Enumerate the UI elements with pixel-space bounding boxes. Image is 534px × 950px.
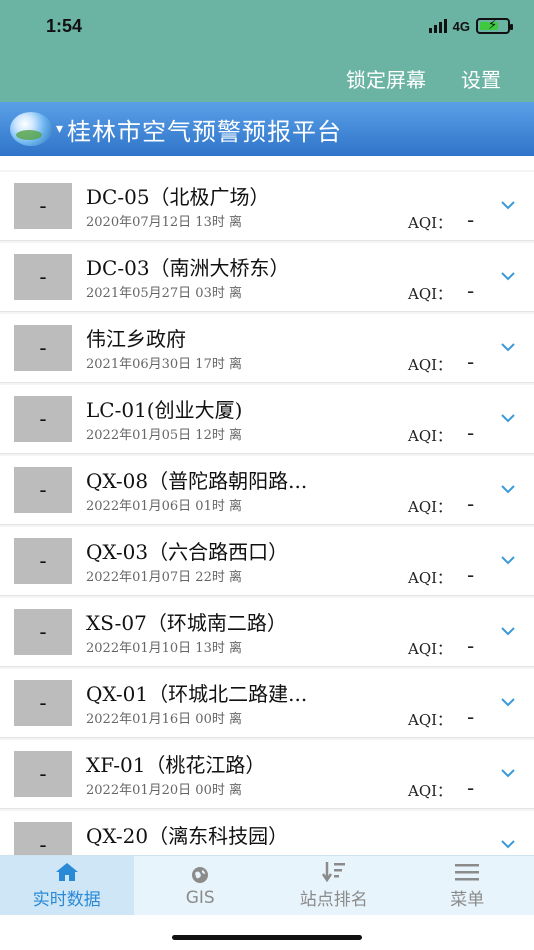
station-time: 2021年05月27日 03时 离 (86, 286, 242, 301)
aqi-level-box: - (14, 822, 72, 855)
station-row[interactable]: - DC-05（北极广场） 2020年07月12日 13时 离 AQI： - (0, 172, 534, 241)
aqi-label: AQI： (408, 214, 453, 232)
chevron-down-icon[interactable] (500, 552, 516, 568)
station-time: 2022年01月07日 22时 离 (86, 570, 242, 585)
station-row[interactable]: - QX-01（环城北二路建... 2022年01月16日 00时 离 AQI：… (0, 669, 534, 738)
tab-menu[interactable]: 菜单 (401, 856, 534, 915)
aqi-level-box: - (14, 751, 72, 797)
station-name: DC-03（南洲大桥东） (86, 256, 290, 280)
station-row[interactable]: - QX-03（六合路西口） 2022年01月07日 22时 离 AQI： - (0, 527, 534, 596)
tab-label: 菜单 (450, 890, 485, 910)
station-name: XF-01（桃花江路） (86, 753, 266, 777)
station-row[interactable]: - QX-20（漓东科技园） (0, 811, 534, 855)
aqi-label: AQI： (408, 782, 453, 800)
aqi-value: - (467, 634, 475, 658)
station-time: 2020年07月12日 13时 离 (86, 215, 242, 230)
network-type: 4G (452, 18, 470, 34)
station-name: DC-05（北极广场） (86, 185, 270, 209)
signal-icon (428, 19, 447, 33)
battery-icon: ⚡ (476, 18, 513, 34)
station-time: 2022年01月20日 00时 离 (86, 783, 242, 798)
chevron-down-icon[interactable] (500, 339, 516, 355)
aqi-value: - (467, 705, 475, 729)
station-time: 2021年06月30日 17时 离 (86, 357, 242, 372)
sort-icon (321, 861, 347, 883)
station-time: 2022年01月16日 00时 离 (86, 712, 242, 727)
aqi-label: AQI： (408, 427, 453, 445)
status-time: 1:54 (46, 16, 83, 36)
aqi-value: - (467, 279, 475, 303)
chevron-down-icon[interactable] (500, 623, 516, 639)
home-indicator (172, 935, 362, 940)
bottom-tab-bar: 实时数据 GIS 站点排名 菜单 (0, 855, 534, 915)
page-title: 桂林市空气预警预报平台 (67, 117, 343, 146)
station-row[interactable]: - DC-03（南洲大桥东） 2021年05月27日 03时 离 AQI： - (0, 243, 534, 312)
station-name: QX-08（普陀路朝阳路... (86, 469, 308, 493)
globe-icon (190, 864, 210, 886)
station-row[interactable]: - QX-08（普陀路朝阳路... 2022年01月06日 01时 离 AQI：… (0, 456, 534, 525)
chevron-down-icon[interactable] (500, 694, 516, 710)
aqi-value: - (467, 208, 475, 232)
station-name: LC-01(创业大厦) (86, 398, 243, 422)
tab-gis[interactable]: GIS (134, 856, 268, 915)
settings-button[interactable]: 设置 (461, 64, 501, 93)
chevron-down-icon[interactable] (500, 481, 516, 497)
station-time: 2022年01月10日 13时 离 (86, 641, 242, 656)
status-bar: 1:54 4G ⚡ (0, 0, 534, 56)
station-row[interactable]: - XS-07（环城南二路） 2022年01月10日 13时 离 AQI： - (0, 598, 534, 667)
aqi-value: - (467, 350, 475, 374)
title-bar[interactable]: ▾ 桂林市空气预警预报平台 (0, 102, 534, 156)
aqi-label: AQI： (408, 569, 453, 587)
aqi-level-box: - (14, 183, 72, 229)
station-list[interactable]: - DC-05（北极广场） 2020年07月12日 13时 离 AQI： - -… (0, 170, 534, 855)
station-name: QX-03（六合路西口） (86, 540, 289, 564)
aqi-level-box: - (14, 254, 72, 300)
chevron-down-icon[interactable] (500, 836, 516, 852)
station-name: QX-01（环城北二路建... (86, 682, 308, 706)
tab-station-ranking[interactable]: 站点排名 (267, 856, 401, 915)
aqi-value: - (467, 563, 475, 587)
aqi-value: - (467, 421, 475, 445)
chevron-down-icon[interactable] (500, 765, 516, 781)
station-time: 2022年01月05日 12时 离 (86, 428, 242, 443)
tab-label: GIS (185, 887, 215, 908)
aqi-label: AQI： (408, 356, 453, 374)
aqi-label: AQI： (408, 640, 453, 658)
aqi-value: - (467, 492, 475, 516)
top-actions: 锁定屏幕 设置 (0, 56, 534, 102)
home-icon (55, 861, 79, 883)
chevron-down-icon[interactable] (500, 268, 516, 284)
aqi-label: AQI： (408, 498, 453, 516)
tab-realtime-data[interactable]: 实时数据 (0, 856, 134, 915)
aqi-level-box: - (14, 609, 72, 655)
chevron-down-icon[interactable] (500, 410, 516, 426)
chevron-down-icon[interactable] (500, 197, 516, 213)
station-row[interactable]: - 伟江乡政府 2021年06月30日 17时 离 AQI： - (0, 314, 534, 383)
station-name: QX-20（漓东科技园） (86, 824, 289, 848)
aqi-level-box: - (14, 325, 72, 371)
menu-icon (454, 861, 480, 883)
lock-screen-button[interactable]: 锁定屏幕 (346, 64, 426, 93)
aqi-label: AQI： (408, 711, 453, 729)
aqi-value: - (467, 776, 475, 800)
station-name: XS-07（环城南二路） (86, 611, 287, 635)
tab-label: 站点排名 (299, 890, 368, 910)
station-name: 伟江乡政府 (86, 327, 186, 351)
globe-logo-icon (10, 112, 52, 146)
aqi-level-box: - (14, 467, 72, 513)
status-indicators: 4G ⚡ (428, 18, 513, 34)
station-time: 2022年01月06日 01时 离 (86, 499, 242, 514)
aqi-level-box: - (14, 396, 72, 442)
station-row[interactable]: - LC-01(创业大厦) 2022年01月05日 12时 离 AQI： - (0, 385, 534, 454)
caret-down-icon: ▾ (56, 121, 64, 137)
aqi-label: AQI： (408, 285, 453, 303)
station-row[interactable]: - XF-01（桃花江路） 2022年01月20日 00时 离 AQI： - (0, 740, 534, 809)
tab-label: 实时数据 (32, 890, 101, 910)
aqi-level-box: - (14, 680, 72, 726)
aqi-level-box: - (14, 538, 72, 584)
